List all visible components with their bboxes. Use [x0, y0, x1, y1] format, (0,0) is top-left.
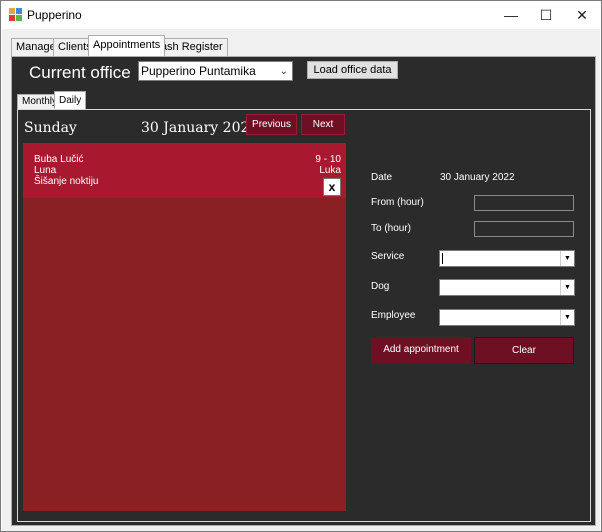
current-office-label: Current office: [29, 63, 131, 82]
tab-daily[interactable]: Daily: [54, 91, 87, 109]
dog-select[interactable]: ▼: [439, 279, 575, 296]
from-hour-input[interactable]: [474, 195, 574, 211]
service-select[interactable]: ▼: [439, 250, 575, 267]
maximize-icon[interactable]: ☐: [528, 1, 564, 29]
appointment-dog: Luna: [34, 165, 57, 176]
tab-appointments[interactable]: Appointments: [88, 35, 166, 56]
appointment-time: 9 - 10: [315, 154, 341, 165]
chevron-down-icon: ⌄: [279, 66, 288, 77]
day-name: Sunday: [24, 120, 77, 136]
dropdown-arrow-icon[interactable]: ▼: [560, 251, 574, 266]
appointments-page: Current office Pupperino Puntamika ⌄ Loa…: [11, 56, 596, 526]
add-appointment-button[interactable]: Add appointment: [371, 337, 471, 364]
window-title: Pupperino: [27, 8, 82, 22]
app-logo-icon: [9, 8, 22, 21]
appointment-employee: Luka: [319, 165, 341, 176]
day-date: 30 January 2022: [141, 120, 259, 136]
delete-appointment-button[interactable]: x: [323, 178, 341, 196]
appointment-card[interactable]: Buba Lučić 9 - 10 Luna Luka Šišanje nokt…: [23, 143, 346, 198]
dropdown-arrow-icon[interactable]: ▼: [560, 280, 574, 295]
minimize-icon[interactable]: —: [493, 1, 529, 29]
appointment-client: Buba Lučić: [34, 154, 84, 165]
to-hour-label: To (hour): [371, 223, 412, 234]
date-value: 30 January 2022: [440, 172, 515, 183]
close-icon[interactable]: ✕: [564, 1, 600, 29]
app-window: Pupperino — ☐ ✕ Manager Clients Appointm…: [0, 0, 602, 532]
title-bar[interactable]: Pupperino — ☐ ✕: [1, 1, 601, 29]
employee-select[interactable]: ▼: [439, 309, 575, 326]
next-button[interactable]: Next: [301, 114, 345, 135]
office-select-value: Pupperino Puntamika: [141, 64, 256, 78]
day-schedule: Buba Lučić 9 - 10 Luna Luka Šišanje nokt…: [23, 143, 346, 511]
employee-label: Employee: [371, 310, 416, 321]
dropdown-arrow-icon[interactable]: ▼: [560, 310, 574, 325]
text-caret: [442, 253, 443, 264]
main-form: Manager Clients Appointments Cash Regist…: [2, 29, 600, 531]
load-office-data-button[interactable]: Load office data: [307, 61, 398, 79]
dog-label: Dog: [371, 281, 390, 292]
daily-page: Sunday 30 January 2022 Previous Next Bub…: [17, 109, 591, 522]
service-label: Service: [371, 251, 405, 262]
to-hour-input[interactable]: [474, 221, 574, 237]
clear-button[interactable]: Clear: [474, 337, 574, 364]
date-label: Date: [371, 172, 393, 183]
from-hour-label: From (hour): [371, 197, 424, 208]
appointment-service: Šišanje noktiju: [34, 176, 99, 187]
previous-button[interactable]: Previous: [246, 114, 297, 135]
office-select[interactable]: Pupperino Puntamika ⌄: [138, 61, 293, 81]
